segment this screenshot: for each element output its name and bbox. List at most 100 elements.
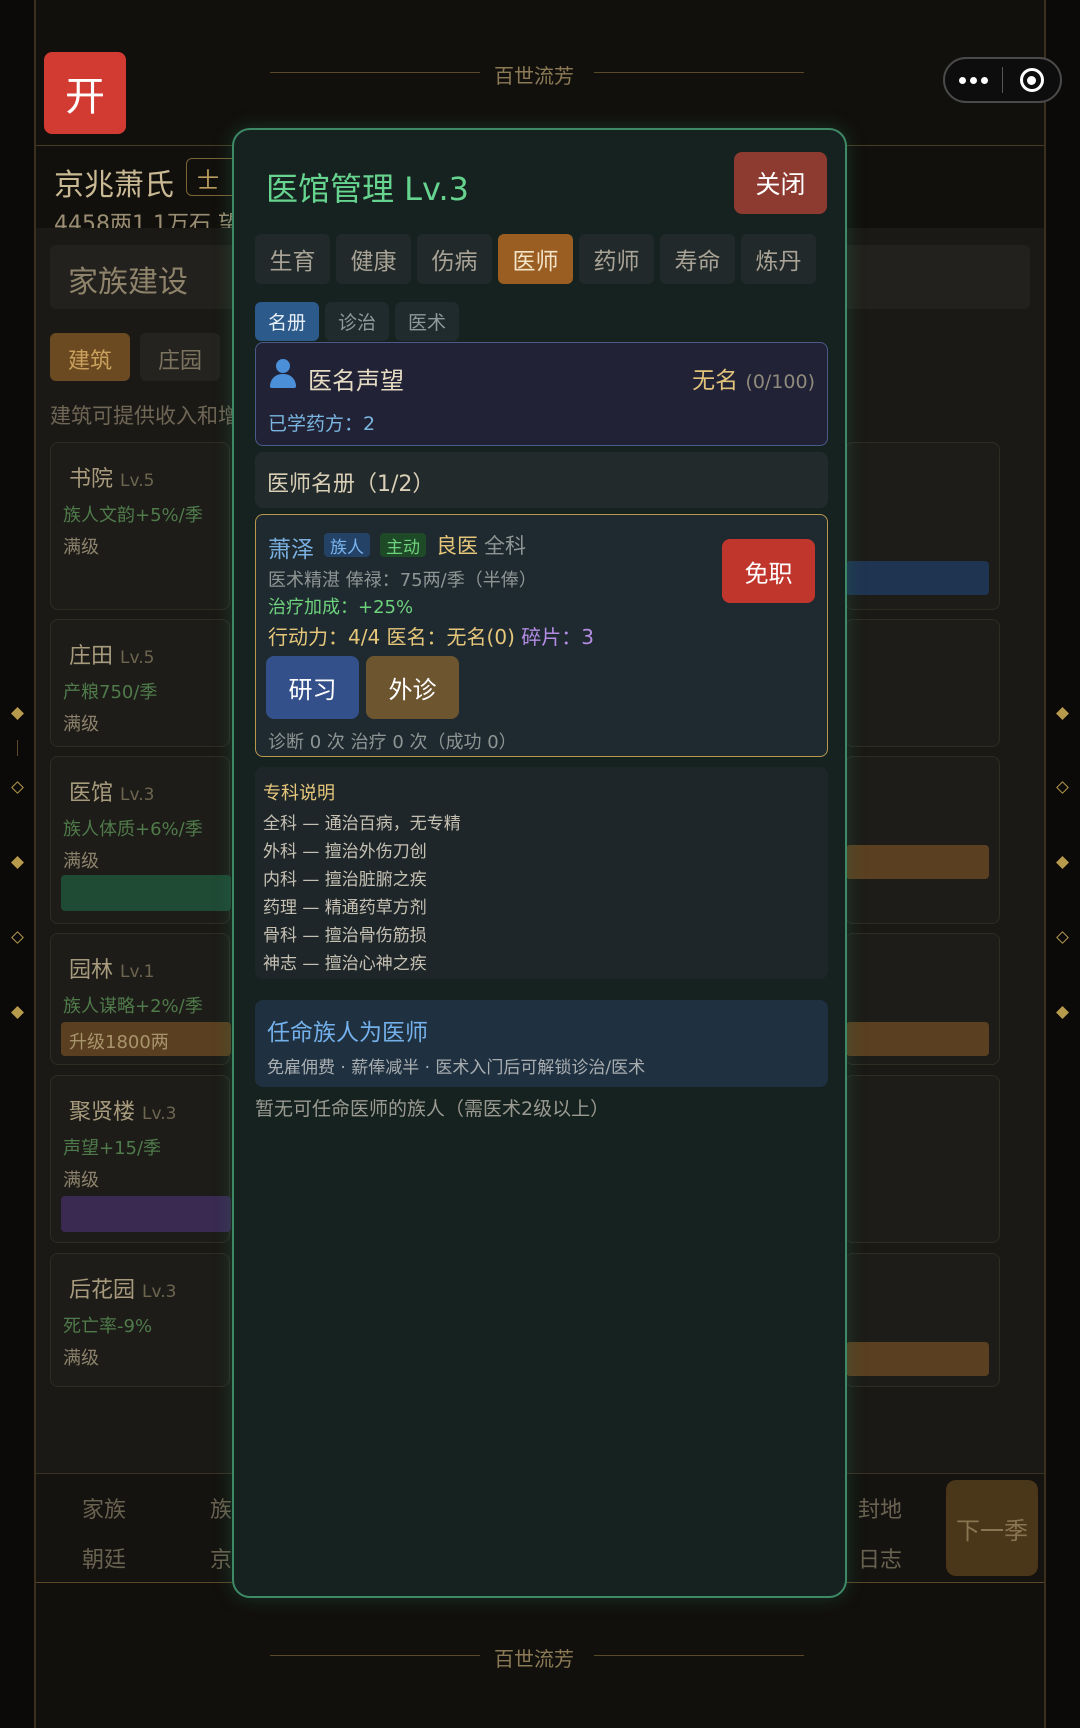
specialty-line: 全科 — 通治百病，无专精 bbox=[263, 814, 461, 834]
building-name: 后花园 bbox=[69, 1278, 136, 1303]
doctor-name: 萧泽 bbox=[268, 537, 314, 563]
side-ornament bbox=[11, 931, 24, 944]
building-card-right[interactable] bbox=[845, 619, 1000, 747]
more-icon[interactable] bbox=[945, 76, 1002, 84]
nav-clan[interactable]: 族 bbox=[210, 1492, 232, 1524]
roster-header: 医师名册（1/2） bbox=[255, 452, 828, 508]
building-name: 书院 bbox=[69, 467, 114, 492]
side-ornament bbox=[1056, 931, 1069, 944]
close-target-icon[interactable] bbox=[1003, 68, 1060, 92]
doctor-specialty: 全科 bbox=[484, 534, 526, 558]
subtab-treatment[interactable]: 诊治 bbox=[325, 302, 390, 341]
page: 百世流芳 开 京兆萧氏 士族 4458两1.1万石 望 家族建设 建筑 庄园 建… bbox=[0, 0, 1080, 1728]
appoint-subtitle: 免雇佣费 · 薪俸减半 · 医术入门后可解锁诊治/医术 bbox=[267, 1058, 646, 1078]
family-name: 京兆萧氏 bbox=[54, 168, 174, 203]
building-card[interactable]: 园林 Lv.1 族人谋略+2%/季 升级1800两 bbox=[50, 933, 231, 1065]
building-card-right[interactable] bbox=[845, 1253, 1000, 1387]
side-ornament bbox=[11, 856, 24, 869]
next-season-button[interactable]: 下一季 bbox=[946, 1480, 1038, 1576]
building-level: Lv.3 bbox=[142, 1282, 177, 1302]
building-effect: 族人文韵+5%/季 bbox=[63, 505, 203, 526]
specialty-line: 神志 — 擅治心神之疾 bbox=[263, 954, 427, 974]
building-name: 医馆 bbox=[69, 781, 114, 806]
nav-capital[interactable]: 京 bbox=[210, 1542, 232, 1574]
building-name: 聚贤楼 bbox=[69, 1100, 136, 1125]
modal-subtabs: 名册 诊治 医术 bbox=[255, 302, 460, 341]
tab-lifespan[interactable]: 寿命 bbox=[660, 234, 735, 284]
bottom-deco-line-right bbox=[594, 1655, 804, 1656]
side-ornament bbox=[11, 1006, 24, 1019]
doctor-action-info: 行动力：4/4 医名：无名(0) 碎片：3 bbox=[268, 625, 594, 649]
doctor-stats: 诊断 0 次 治疗 0 次（成功 0） bbox=[268, 732, 517, 753]
building-level: Lv.5 bbox=[120, 471, 155, 491]
side-ornament bbox=[1056, 1006, 1069, 1019]
building-card-right[interactable] bbox=[845, 1075, 1000, 1243]
side-ornament bbox=[17, 740, 18, 756]
clinic-modal: 医馆管理 Lv.3 关闭 生育 健康 伤病 医师 药师 寿命 炼丹 名册 诊治 … bbox=[232, 128, 847, 1598]
building-button[interactable] bbox=[61, 875, 231, 911]
side-ornament bbox=[11, 781, 24, 794]
active-badge: 主动 bbox=[380, 533, 426, 558]
close-button[interactable]: 关闭 bbox=[734, 152, 827, 214]
open-button[interactable]: 开 bbox=[44, 52, 126, 134]
appoint-title: 任命族人为医师 bbox=[267, 1020, 428, 1046]
tab-birth[interactable]: 生育 bbox=[255, 234, 330, 284]
specialty-line: 内科 — 擅治脏腑之疾 bbox=[263, 870, 427, 890]
appoint-section[interactable]: 任命族人为医师 免雇佣费 · 薪俸减半 · 医术入门后可解锁诊治/医术 bbox=[255, 1000, 828, 1087]
building-card[interactable]: 庄田 Lv.5 产粮750/季 满级 bbox=[50, 619, 230, 747]
roster-title: 医师名册（1/2） bbox=[267, 472, 435, 497]
subtab-roster[interactable]: 名册 bbox=[255, 302, 320, 341]
building-effect: 族人谋略+2%/季 bbox=[63, 996, 203, 1017]
nav-fief[interactable]: 封地 bbox=[858, 1492, 902, 1524]
learned-recipes: 已学药方：2 bbox=[268, 413, 376, 435]
building-name: 园林 bbox=[69, 958, 114, 983]
tab-buildings[interactable]: 建筑 bbox=[50, 333, 130, 381]
building-card-right[interactable] bbox=[845, 442, 1000, 610]
building-level: Lv.5 bbox=[120, 648, 155, 668]
tab-physician[interactable]: 医师 bbox=[498, 234, 573, 284]
top-app-title: 百世流芳 bbox=[494, 64, 574, 88]
building-card[interactable]: 医馆 Lv.3 族人体质+6%/季 满级 bbox=[50, 756, 231, 924]
doctor-card: 萧泽 族人 主动 良医 全科 医术精湛 俸禄：75两/季（半俸） 治疗加成：+2… bbox=[255, 514, 828, 757]
subtab-medicine[interactable]: 医术 bbox=[395, 302, 460, 341]
study-button[interactable]: 研习 bbox=[266, 656, 359, 719]
specialty-line: 药理 — 精通药草方剂 bbox=[263, 898, 427, 918]
building-effect: 声望+15/季 bbox=[63, 1138, 162, 1159]
doctor-grade: 良医 bbox=[436, 534, 478, 558]
building-effect: 死亡率-9% bbox=[63, 1316, 153, 1337]
top-deco-line-left bbox=[270, 72, 480, 73]
doctor-salary: 医术精湛 俸禄：75两/季（半俸） bbox=[268, 570, 537, 591]
upgrade-button[interactable]: 升级1800两 bbox=[61, 1022, 231, 1056]
tab-health[interactable]: 健康 bbox=[336, 234, 411, 284]
nav-family[interactable]: 家族 bbox=[82, 1492, 126, 1524]
building-card-right[interactable] bbox=[845, 756, 1000, 924]
building-level: Lv.3 bbox=[142, 1104, 177, 1124]
building-level: Lv.3 bbox=[120, 785, 155, 805]
specialty-title: 专科说明 bbox=[263, 783, 335, 804]
tab-estate[interactable]: 庄园 bbox=[140, 333, 220, 381]
building-card[interactable]: 后花园 Lv.3 死亡率-9% 满级 bbox=[50, 1253, 230, 1387]
fame-progress: (0/100) bbox=[745, 371, 815, 393]
fame-value: 无名 (0/100) bbox=[692, 368, 815, 394]
building-card[interactable]: 聚贤楼 Lv.3 声望+15/季 满级 bbox=[50, 1075, 231, 1243]
building-card-right[interactable] bbox=[845, 933, 1000, 1065]
tab-injury[interactable]: 伤病 bbox=[417, 234, 492, 284]
nav-court[interactable]: 朝廷 bbox=[82, 1542, 126, 1574]
building-button[interactable] bbox=[61, 1196, 231, 1232]
tab-alchemy[interactable]: 炼丹 bbox=[741, 234, 816, 284]
treatment-bonus: 治疗加成：+25% bbox=[268, 597, 414, 618]
building-status: 满级 bbox=[63, 851, 99, 872]
top-deco-line-right bbox=[594, 72, 804, 73]
nav-log[interactable]: 日志 bbox=[858, 1542, 902, 1574]
building-status: 满级 bbox=[63, 1348, 99, 1369]
building-effect: 产粮750/季 bbox=[63, 682, 158, 703]
fame-title: 医名声望 bbox=[308, 367, 404, 395]
specialty-line: 外科 — 擅治外伤刀创 bbox=[263, 842, 427, 862]
tab-pharmacist[interactable]: 药师 bbox=[579, 234, 654, 284]
building-card[interactable]: 书院 Lv.5 族人文韵+5%/季 满级 bbox=[50, 442, 230, 610]
dismiss-button[interactable]: 免职 bbox=[722, 539, 815, 603]
house-call-button[interactable]: 外诊 bbox=[366, 656, 459, 719]
clan-badge: 族人 bbox=[324, 533, 370, 558]
building-status: 满级 bbox=[63, 1170, 99, 1191]
bottom-deco-line-left bbox=[270, 1655, 480, 1656]
